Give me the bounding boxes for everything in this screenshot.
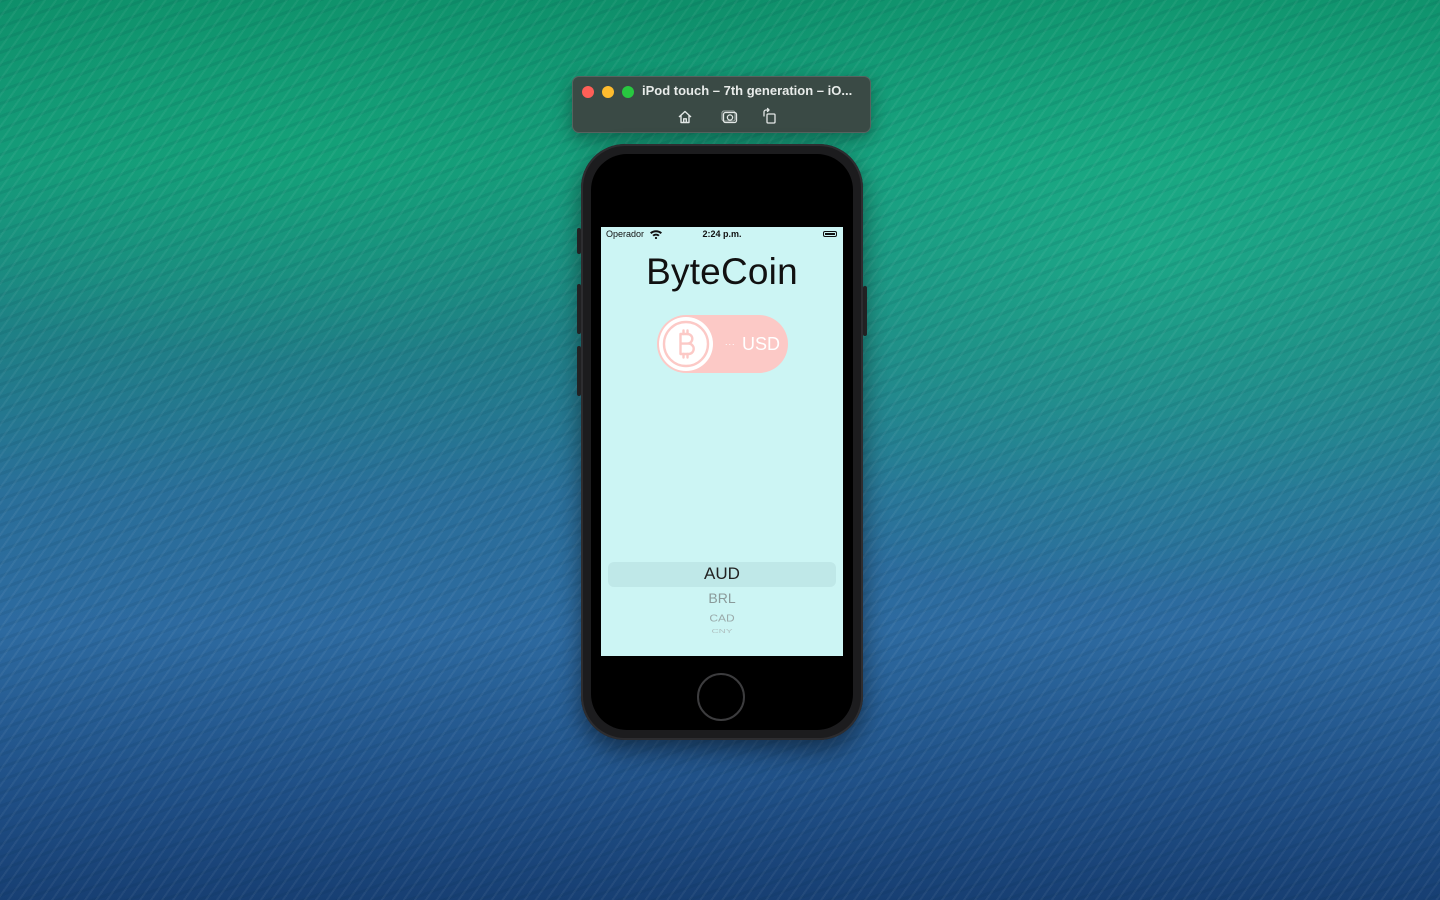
simulator-title-bar: iPod touch – 7th generation – iO... [572, 76, 871, 133]
power-button [863, 286, 867, 336]
app-title: ByteCoin [646, 251, 798, 292]
simulator-toolbar [573, 106, 872, 128]
currency-label: USD [742, 334, 781, 354]
device-home-button[interactable] [697, 673, 745, 721]
picker-option[interactable]: CAD [601, 612, 843, 624]
status-time: 2:24 p.m. [702, 229, 742, 239]
coin-value-label: ... [725, 337, 736, 347]
home-icon[interactable] [674, 106, 696, 128]
picker-option[interactable]: BRL [601, 590, 843, 606]
rotate-icon[interactable] [759, 106, 781, 128]
bitcoin-icon [659, 317, 713, 371]
picker-option[interactable]: CNY [601, 628, 843, 634]
currency-picker[interactable]: AUD BRL CAD CNY [601, 557, 843, 647]
close-window-button[interactable] [582, 86, 594, 98]
battery-icon [823, 231, 837, 237]
screenshot-icon[interactable] [719, 106, 741, 128]
simulator-window-title: iPod touch – 7th generation – iO... [642, 83, 853, 98]
status-bar: Operador 2:24 p.m. [601, 227, 843, 243]
coin-rate-view: ... USD [657, 315, 788, 373]
app-screen: Operador 2:24 p.m. ByteCoin ... USD AUD … [601, 227, 843, 656]
zoom-window-button[interactable] [622, 86, 634, 98]
picker-option[interactable]: AUD [601, 564, 843, 584]
minimize-window-button[interactable] [602, 86, 614, 98]
